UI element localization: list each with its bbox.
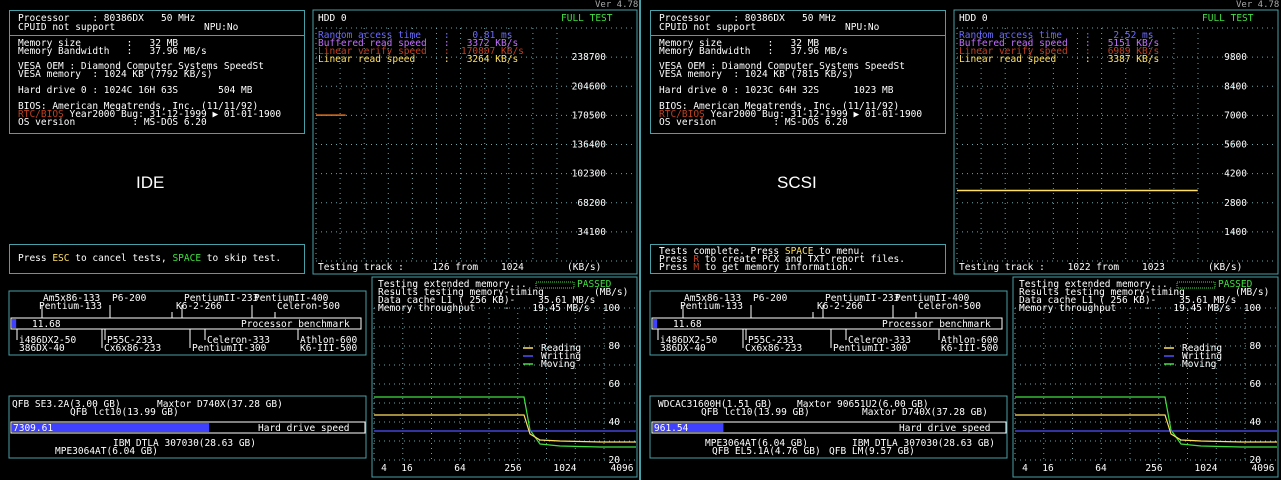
scsi-panel: Ver 4.78 Processor : 80386DX 50 MHz CPUI… — [641, 0, 1281, 480]
memory-x-tick: 1024 — [1195, 463, 1218, 474]
memory-throughput: Memory throughput - 19.45 MB/s — [378, 303, 590, 314]
memory-x-tick: 64 — [454, 463, 466, 474]
memory-y-tick: 60 — [1250, 379, 1262, 390]
memory-x-tick: 4096 — [1252, 463, 1275, 474]
memory-unit: (MB/s) — [1235, 287, 1270, 298]
memory-y-tick: 40 — [1250, 417, 1262, 428]
memory-y-tick: 80 — [1250, 341, 1262, 352]
memory-timing-chart: 100806040204 16 64 256 1024 4096ReadingWritin… — [1012, 276, 1279, 478]
memory-y-tick: 40 — [609, 417, 621, 428]
memory-y-tick: 100 — [603, 303, 620, 314]
memory-x-tick: 16 — [401, 463, 413, 474]
memory-y-tick: 60 — [609, 379, 621, 390]
memory-x-tick: 4 — [381, 463, 387, 474]
memory-x-tick: 256 — [1145, 463, 1162, 474]
memory-y-tick: 100 — [1244, 303, 1261, 314]
memory-x-tick: 16 — [1042, 463, 1054, 474]
memory-x-tick: 4 — [1022, 463, 1028, 474]
memory-x-tick: 256 — [504, 463, 521, 474]
memory-x-tick: 4096 — [611, 463, 634, 474]
memory-throughput: Memory throughput - 19.45 MB/s — [1019, 303, 1231, 314]
memory-legend-item: Moving — [1182, 359, 1216, 370]
reading-series — [1015, 414, 1277, 443]
memory-x-tick: 1024 — [554, 463, 577, 474]
memory-unit: (MB/s) — [594, 287, 629, 298]
memory-x-tick: 64 — [1095, 463, 1107, 474]
memory-timing-chart: 100806040204 16 64 256 1024 4096ReadingWritin… — [371, 276, 638, 478]
memory-legend-item: Moving — [541, 359, 575, 370]
memory-y-tick: 80 — [609, 341, 621, 352]
ide-panel: Ver 4.78 Processor : 80386DX 50 MHz CPUI… — [0, 0, 640, 480]
reading-series — [374, 414, 636, 443]
